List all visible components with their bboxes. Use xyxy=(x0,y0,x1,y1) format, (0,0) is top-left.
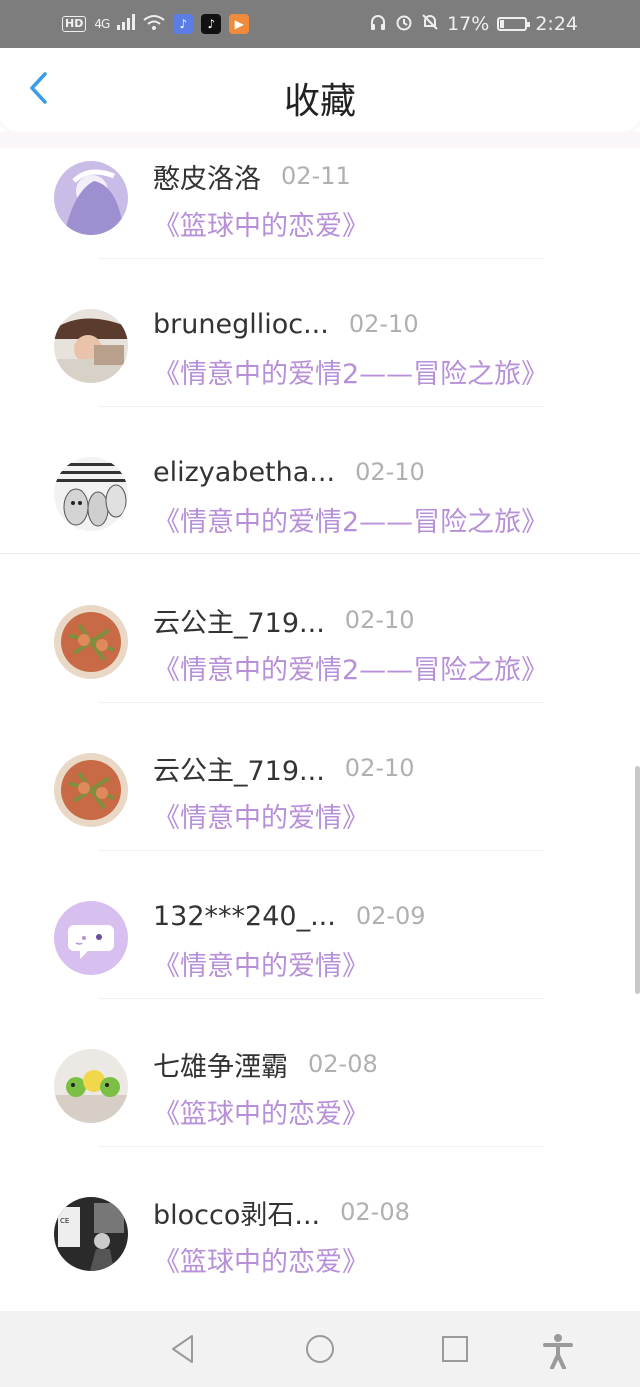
item-date: 02-10 xyxy=(355,458,425,486)
book-title[interactable]: 《情意中的爱情2——冒险之旅》 xyxy=(153,352,548,391)
anime-girl-avatar[interactable] xyxy=(54,161,128,235)
user-name[interactable]: 云公主_719... xyxy=(153,601,325,640)
toys-photo-avatar[interactable] xyxy=(54,1049,128,1123)
recents-nav-button[interactable] xyxy=(439,1333,471,1365)
system-nav-bar xyxy=(0,1311,640,1387)
mute-bell-icon xyxy=(421,13,439,36)
item-date: 02-10 xyxy=(344,606,415,634)
food-photo-avatar[interactable] xyxy=(54,605,128,679)
divider xyxy=(98,998,544,999)
list-item[interactable]: 云公主_719... 02-10 《情意中的爱情2——冒险之旅》 xyxy=(0,592,640,740)
status-left: HD 4G ♪ ♪ ▶ xyxy=(62,13,250,35)
item-header: 憨皮洛洛 02-11 xyxy=(153,156,351,196)
app-notification-icon: ♪ xyxy=(173,14,194,34)
user-name[interactable]: 云公主_719... xyxy=(153,749,325,788)
book-title[interactable]: 《情意中的爱情》 xyxy=(153,796,369,835)
item-header: 132***240_... 02-09 xyxy=(153,896,426,936)
item-date: 02-11 xyxy=(281,162,351,190)
list-item[interactable]: elizyabetha... 02-10 《情意中的爱情2——冒险之旅》 xyxy=(0,444,640,592)
user-name[interactable]: 憨皮洛洛 xyxy=(153,157,261,196)
book-title[interactable]: 《篮球中的恋爱》 xyxy=(153,1240,369,1279)
status-right: 17% 2:24 xyxy=(369,13,578,36)
item-header: blocco剥石... 02-08 xyxy=(153,1192,410,1232)
divider xyxy=(98,406,544,407)
cartoon-faces-avatar[interactable] xyxy=(54,457,128,531)
list-item[interactable]: brunegllioc... 02-10 《情意中的爱情2——冒险之旅》 xyxy=(0,296,640,444)
food-photo-avatar[interactable] xyxy=(54,753,128,827)
divider xyxy=(98,1146,544,1147)
header-divider xyxy=(0,132,640,148)
tiktok-icon: ♪ xyxy=(201,14,222,34)
square-recents-icon xyxy=(439,1336,471,1369)
circle-home-icon xyxy=(304,1335,336,1369)
divider xyxy=(98,258,544,259)
divider xyxy=(98,850,544,851)
child-photo-avatar[interactable] xyxy=(54,309,128,383)
book-title[interactable]: 《情意中的爱情2——冒险之旅》 xyxy=(153,500,548,539)
divider xyxy=(98,702,544,703)
item-date: 02-10 xyxy=(344,754,415,782)
alarm-icon xyxy=(395,13,413,36)
hd-badge: HD xyxy=(62,16,87,32)
video-app-icon: ▶ xyxy=(229,14,250,34)
back-nav-button[interactable] xyxy=(168,1333,200,1365)
item-date: 02-08 xyxy=(340,1198,410,1226)
item-header: 云公主_719... 02-10 xyxy=(153,600,415,640)
header: 收藏 xyxy=(0,48,640,132)
default-chat-avatar[interactable] xyxy=(54,901,128,975)
headphones-icon xyxy=(369,13,387,36)
item-header: brunegllioc... 02-10 xyxy=(153,304,419,344)
book-title[interactable]: 《情意中的爱情》 xyxy=(153,944,369,983)
item-header: elizyabetha... 02-10 xyxy=(153,452,425,492)
bw-photo-avatar[interactable]: CE xyxy=(54,1197,128,1271)
scrollbar[interactable] xyxy=(635,766,640,994)
user-name[interactable]: 132***240_... xyxy=(153,901,336,932)
item-date: 02-09 xyxy=(355,902,426,930)
battery-level xyxy=(500,20,505,28)
favorites-list: 憨皮洛洛 02-11 《篮球中的恋爱》 brunegllioc... 02-10… xyxy=(0,148,640,1332)
user-name[interactable]: blocco剥石... xyxy=(153,1193,320,1232)
list-item[interactable]: 憨皮洛洛 02-11 《篮球中的恋爱》 xyxy=(0,148,640,296)
item-date: 02-10 xyxy=(348,310,419,338)
battery-icon xyxy=(497,17,531,31)
user-name[interactable]: brunegllioc... xyxy=(153,309,329,340)
page-title: 收藏 xyxy=(283,81,356,122)
network-type: 4G xyxy=(94,17,110,31)
wifi-icon xyxy=(143,13,165,35)
battery-percent: 17% xyxy=(447,13,490,35)
user-name[interactable]: elizyabetha... xyxy=(153,457,335,488)
list-item[interactable]: 七雄争湮霸 02-08 《篮球中的恋爱》 xyxy=(0,1036,640,1184)
item-header: 云公主_719... 02-10 xyxy=(153,748,415,788)
list-item[interactable]: 云公主_719... 02-10 《情意中的爱情》 xyxy=(0,740,640,888)
svg-text:CE: CE xyxy=(60,1217,69,1225)
status-bar: HD 4G ♪ ♪ ▶ 17% 2:24 xyxy=(0,0,640,48)
item-header: 七雄争湮霸 02-08 xyxy=(153,1044,378,1084)
list-item[interactable]: 132***240_... 02-09 《情意中的爱情》 xyxy=(0,888,640,1036)
signal-icon xyxy=(117,13,136,35)
triangle-back-icon xyxy=(168,1335,200,1369)
section-divider xyxy=(0,553,640,554)
book-title[interactable]: 《篮球中的恋爱》 xyxy=(153,204,369,243)
home-nav-button[interactable] xyxy=(304,1333,336,1365)
status-time: 2:24 xyxy=(535,13,578,35)
item-date: 02-08 xyxy=(308,1050,378,1078)
accessibility-button[interactable] xyxy=(542,1333,574,1370)
book-title[interactable]: 《情意中的爱情2——冒险之旅》 xyxy=(153,648,548,687)
user-name[interactable]: 七雄争湮霸 xyxy=(153,1045,288,1084)
list-item[interactable]: CE blocco剥石... 02-08 《篮球中的恋爱》 xyxy=(0,1184,640,1332)
accessibility-icon xyxy=(542,1334,574,1373)
book-title[interactable]: 《篮球中的恋爱》 xyxy=(153,1092,369,1131)
